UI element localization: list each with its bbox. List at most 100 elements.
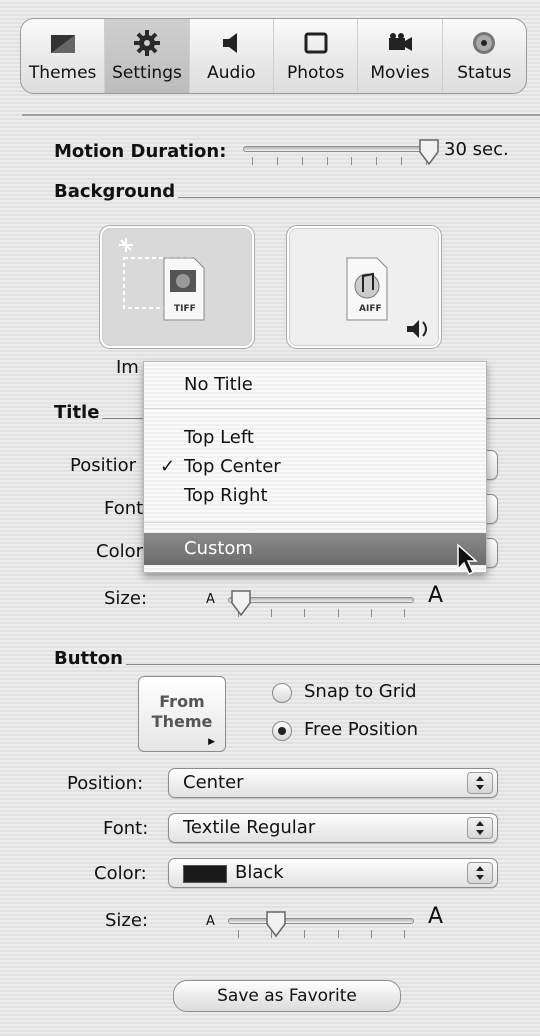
tab-label: Audio <box>207 63 256 83</box>
snap-to-grid-label: Snap to Grid <box>304 681 417 702</box>
slider-tick <box>304 609 306 617</box>
tab-audio[interactable]: Audio <box>190 19 274 93</box>
slider-tick <box>376 157 378 165</box>
themes-icon <box>43 29 83 57</box>
button-position-label: Position: <box>67 773 144 794</box>
button-size-large-a: A <box>428 904 444 929</box>
snap-to-grid-radio[interactable] <box>272 683 292 703</box>
color-swatch <box>183 865 227 883</box>
slider-tick <box>404 930 405 938</box>
tab-status[interactable]: Status <box>443 19 526 93</box>
button-font-label: Font: <box>103 818 149 839</box>
popup-arrows-icon <box>467 862 493 884</box>
from-theme-line1: From <box>159 692 205 711</box>
photo-frame-icon <box>296 29 336 57</box>
title-size-slider-track[interactable] <box>228 597 414 603</box>
title-size-large-a: A <box>428 583 444 608</box>
image-well-art <box>119 238 205 321</box>
slider-tick <box>304 930 306 938</box>
slider-tick <box>252 157 253 165</box>
status-disc-icon <box>464 29 504 57</box>
menu-item-top-left[interactable]: Top Left <box>184 427 254 448</box>
title-size-small-a: A <box>206 592 215 607</box>
free-position-radio[interactable] <box>272 721 292 741</box>
from-theme-line2: Theme <box>151 712 213 731</box>
popup-arrows-icon <box>467 817 493 839</box>
slider-tick <box>276 157 278 165</box>
button-size-slider-thumb[interactable] <box>265 910 287 938</box>
background-image-well[interactable]: TIFF <box>100 226 254 348</box>
button-heading: Button <box>54 648 123 669</box>
button-font-value: Textile Regular <box>183 817 316 838</box>
slider-tick <box>401 157 403 165</box>
motion-duration-value: 30 sec. <box>444 139 509 160</box>
title-position-menu: No Title Top Left ✓ Top Center Top Right… <box>143 361 487 573</box>
title-font-label: Font <box>104 498 144 519</box>
tiff-badge: TIFF <box>174 304 196 314</box>
slider-tick <box>404 609 405 617</box>
button-divider <box>126 664 540 665</box>
menu-item-custom[interactable]: Custom <box>144 533 486 565</box>
slider-tick <box>301 157 303 165</box>
gear-icon <box>127 29 167 57</box>
slider-tick <box>337 930 339 938</box>
menu-separator <box>144 522 486 523</box>
settings-panel: Themes Settings Audio Photos Movies Stat… <box>0 0 540 1036</box>
save-as-favorite-button[interactable]: Save as Favorite <box>173 980 401 1012</box>
tab-settings[interactable]: Settings <box>105 19 190 93</box>
radio-selected-dot <box>278 727 286 735</box>
menu-item-top-right[interactable]: Top Right <box>184 485 268 506</box>
tab-movies[interactable]: Movies <box>358 19 443 93</box>
button-color-value: Black <box>235 862 284 883</box>
button-color-label: Color: <box>94 863 147 884</box>
tab-label: Settings <box>112 63 182 83</box>
menu-separator <box>144 408 486 409</box>
title-heading: Title <box>54 402 100 423</box>
toolbar-divider <box>22 114 540 116</box>
slider-tick <box>370 930 372 938</box>
menu-item-top-center[interactable]: Top Center <box>184 456 281 477</box>
from-theme-button[interactable]: From Theme ▶ <box>138 676 226 752</box>
title-size-slider-thumb[interactable] <box>230 589 252 617</box>
background-audio-well[interactable]: AIFF <box>287 226 441 348</box>
tab-label: Themes <box>28 63 97 83</box>
tab-label: Movies <box>370 63 430 83</box>
title-color-label: Color <box>96 541 143 562</box>
background-divider <box>178 197 540 198</box>
button-size-label: Size: <box>105 910 149 931</box>
button-size-small-a: A <box>206 914 215 929</box>
button-color-popup[interactable]: Black <box>168 858 498 888</box>
slider-tick <box>337 609 339 617</box>
title-size-label: Size: <box>104 588 148 609</box>
free-position-label: Free Position <box>304 719 419 740</box>
slider-tick <box>271 609 273 617</box>
menu-item-no-title[interactable]: No Title <box>184 374 253 395</box>
tab-label: Status <box>457 63 512 83</box>
title-position-label: Positior <box>70 455 137 476</box>
toolbar: Themes Settings Audio Photos Movies Stat… <box>20 18 527 94</box>
tab-label: Photos <box>286 63 345 83</box>
checkmark-icon: ✓ <box>160 456 176 477</box>
slider-tick <box>351 157 353 165</box>
speaker-icon <box>211 29 251 57</box>
motion-slider-thumb[interactable] <box>418 138 440 166</box>
motion-slider-track[interactable] <box>243 146 435 152</box>
button-position-popup[interactable]: Center <box>168 768 498 798</box>
button-size-slider-track[interactable] <box>228 918 414 924</box>
button-position-value: Center <box>183 772 244 793</box>
slider-tick <box>238 930 239 938</box>
motion-duration-label: Motion Duration: <box>54 141 227 162</box>
audio-well-art <box>346 257 427 338</box>
aiff-badge: AIFF <box>359 304 382 314</box>
movie-camera-icon <box>380 29 420 57</box>
slider-tick <box>370 609 372 617</box>
disclosure-triangle-icon: ▶ <box>208 737 215 747</box>
popup-arrows-icon <box>467 772 493 794</box>
tab-themes[interactable]: Themes <box>21 19 106 93</box>
background-heading: Background <box>54 181 176 202</box>
slider-tick <box>326 157 328 165</box>
mouse-cursor-icon <box>456 543 482 577</box>
button-font-popup[interactable]: Textile Regular <box>168 813 498 843</box>
tab-photos[interactable]: Photos <box>274 19 359 93</box>
image-well-label: Im <box>116 357 139 378</box>
